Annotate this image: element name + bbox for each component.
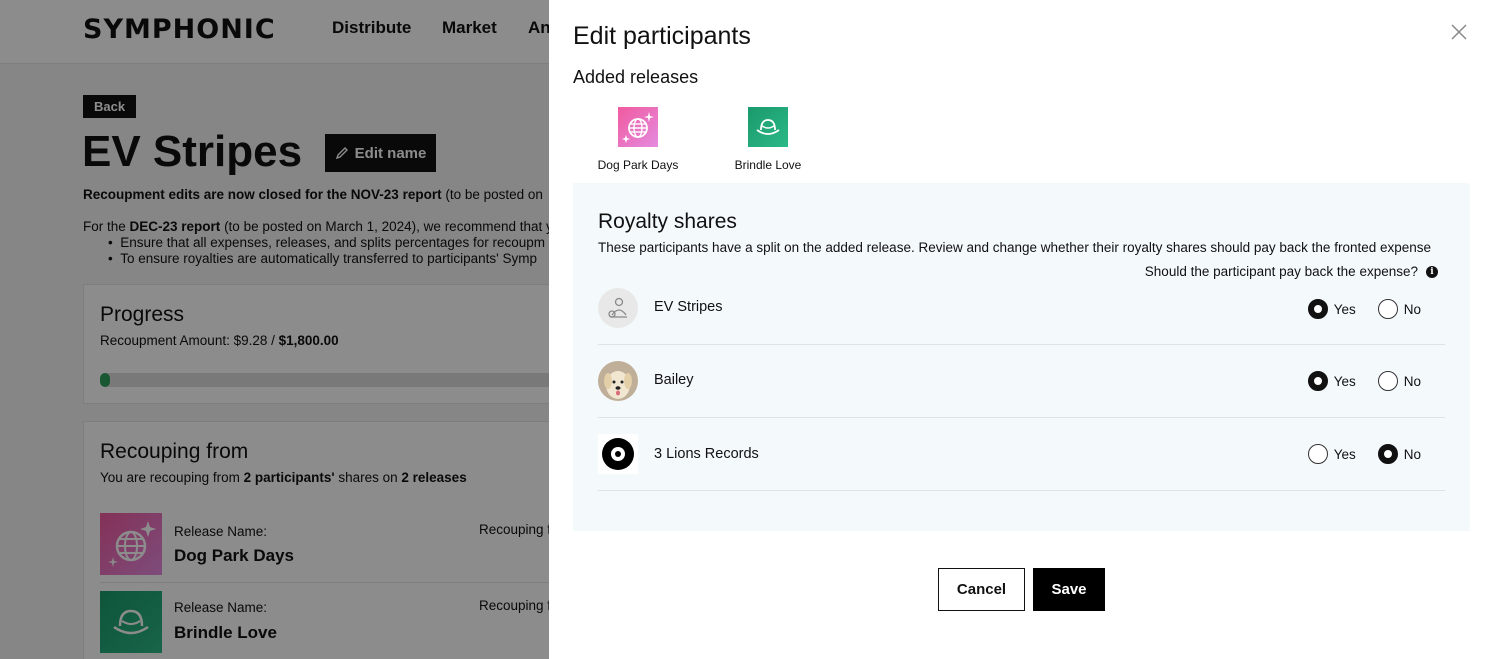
royalty-shares-description: These participants have a split on the a…	[598, 240, 1432, 255]
close-icon[interactable]	[1447, 20, 1471, 44]
participant-row: 3 Lions Records Yes No	[598, 418, 1445, 491]
record-label-logo	[602, 438, 634, 470]
yes-radio[interactable]: Yes	[1307, 444, 1356, 464]
drawer-title: Edit participants	[573, 22, 751, 50]
save-button[interactable]: Save	[1033, 568, 1105, 611]
payback-radio-group: Yes No	[1307, 299, 1421, 319]
yes-radio[interactable]: Yes	[1307, 371, 1356, 391]
payback-radio-group: Yes No	[1307, 371, 1421, 391]
dog-photo	[598, 361, 638, 401]
royalty-shares-panel: Royalty shares These participants have a…	[573, 183, 1470, 531]
royalty-shares-title: Royalty shares	[598, 210, 737, 233]
no-label: No	[1403, 373, 1421, 389]
added-release-brindle-love: Brindle Love	[698, 107, 838, 172]
dog-park-days-cover	[618, 107, 658, 147]
release-caption: Brindle Love	[734, 158, 802, 172]
participant-row: EV Stripes Yes No	[598, 272, 1445, 345]
participant-name: 3 Lions Records	[654, 446, 759, 462]
payback-radio-group: Yes No	[1307, 444, 1421, 464]
no-radio[interactable]: No	[1377, 371, 1421, 391]
radio-circle[interactable]	[1307, 444, 1328, 464]
yes-label: Yes	[1333, 446, 1356, 462]
yes-label: Yes	[1333, 301, 1356, 317]
radio-circle[interactable]	[1307, 371, 1328, 391]
radio-circle[interactable]	[1377, 444, 1398, 464]
radio-circle[interactable]	[1377, 299, 1398, 319]
no-label: No	[1403, 301, 1421, 317]
person-icon	[608, 297, 627, 318]
participant-name: EV Stripes	[654, 299, 723, 315]
added-releases-label: Added releases	[573, 67, 699, 87]
cancel-button[interactable]: Cancel	[938, 568, 1025, 611]
avatar	[598, 434, 638, 474]
radio-circle[interactable]	[1377, 371, 1398, 391]
no-label: No	[1403, 446, 1421, 462]
no-radio[interactable]: No	[1377, 444, 1421, 464]
yes-label: Yes	[1333, 373, 1356, 389]
radio-circle[interactable]	[1307, 299, 1328, 319]
release-caption: Dog Park Days	[597, 158, 679, 172]
brindle-love-cover	[748, 107, 788, 147]
avatar	[598, 361, 638, 401]
participant-row: Bailey Yes No	[598, 345, 1445, 418]
yes-radio[interactable]: Yes	[1307, 299, 1356, 319]
no-radio[interactable]: No	[1377, 299, 1421, 319]
edit-participants-drawer: Edit participants Added releases Dog Par…	[549, 0, 1501, 659]
avatar	[598, 288, 638, 328]
added-release-dog-park-days: Dog Park Days	[568, 107, 708, 172]
participant-name: Bailey	[654, 372, 694, 388]
